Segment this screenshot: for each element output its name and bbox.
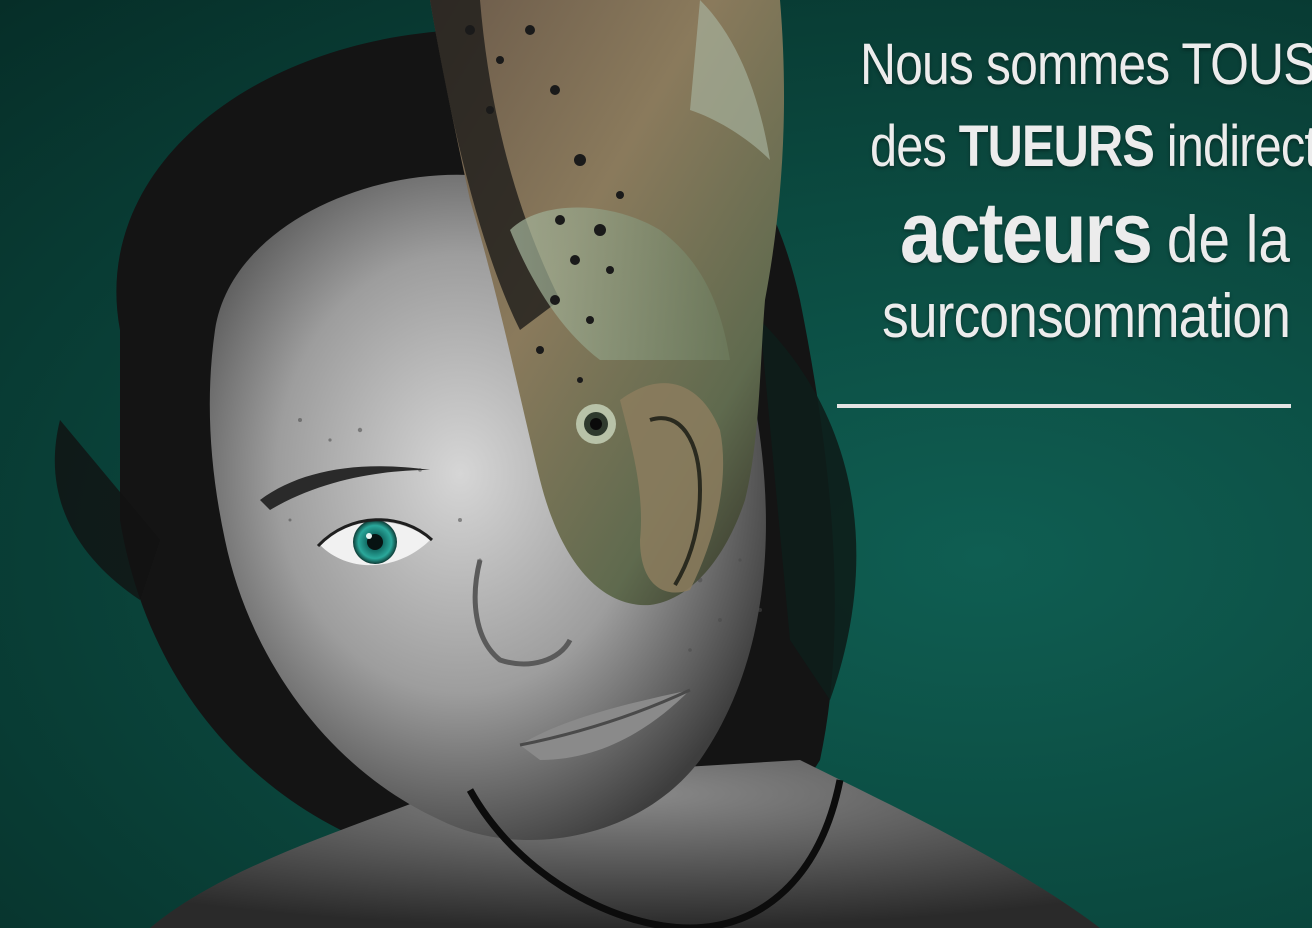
headline-line-2: des TUEURS indirects [870,118,1312,176]
headline-line-3: acteurs de la [860,190,1290,276]
headline-line-4: surconsommation [882,282,1291,351]
headline-line-3-suffix: de la [1151,202,1290,276]
headline-underline [837,404,1291,408]
headline-line-3-emphasis: acteurs [900,185,1153,281]
headline-line-1: Nous sommes TOUS [860,32,1312,97]
poster: Nous sommes TOUS des TUEURS indirects ac… [0,0,1312,928]
headline-line-2-prefix: des [870,114,959,179]
headline-line-2-emphasis: TUEURS [958,114,1155,179]
headline-line-2-suffix: indirects [1166,114,1312,179]
headline: Nous sommes TOUS des TUEURS indirects ac… [790,30,1312,351]
